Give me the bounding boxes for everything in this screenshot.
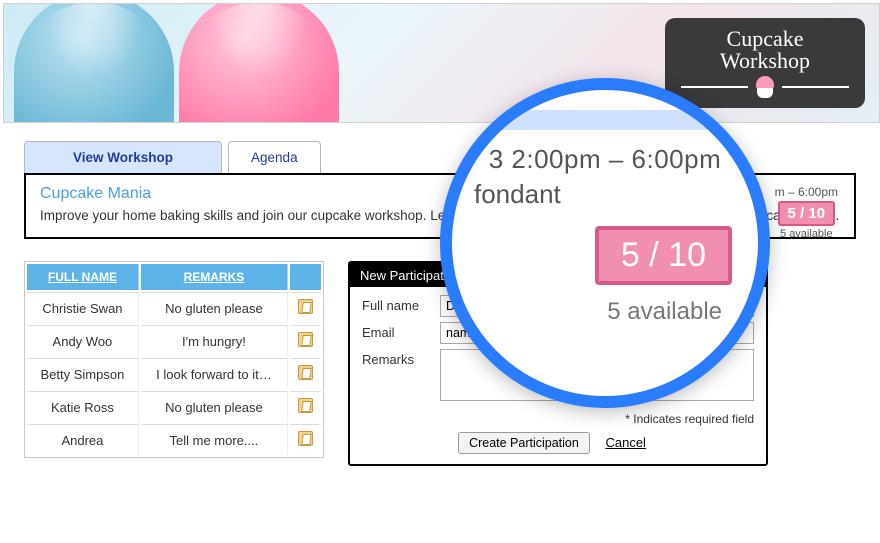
participants-table: FULL NAME REMARKS Christie Swan No glute…: [24, 261, 324, 458]
slot-box[interactable]: m – 6:00pm 5 / 10 5 available: [775, 185, 838, 240]
participant-remarks: I'm hungry!: [141, 325, 288, 356]
edit-icon[interactable]: [298, 299, 313, 314]
participant-remarks: Tell me more....: [141, 424, 288, 455]
participant-name: Katie Ross: [27, 391, 139, 422]
required-note: * Indicates required field: [350, 412, 754, 426]
table-row: Andy Woo I'm hungry!: [27, 325, 321, 356]
edit-icon[interactable]: [298, 398, 313, 413]
label-full-name: Full name: [362, 295, 440, 313]
magnifier-time: 3 2:00pm – 6:00pm: [452, 144, 758, 175]
magnifier-available: 5 available: [607, 298, 722, 326]
decorative-cupcake: [179, 3, 339, 123]
edit-icon[interactable]: [298, 431, 313, 446]
participant-name: Andrea: [27, 424, 139, 455]
capacity-badge: 5 / 10: [778, 201, 836, 226]
participant-name: Betty Simpson: [27, 358, 139, 389]
magnifier-capacity-badge: 5 / 10: [595, 226, 732, 285]
col-remarks[interactable]: REMARKS: [141, 264, 288, 290]
table-row: Christie Swan No gluten please: [27, 292, 321, 323]
slot-available: 5 available: [775, 228, 838, 240]
table-row: Andrea Tell me more....: [27, 424, 321, 455]
decorative-cupcake: [14, 3, 174, 123]
cancel-button[interactable]: Cancel: [605, 435, 645, 450]
slot-time: m – 6:00pm: [775, 185, 838, 199]
participant-remarks: No gluten please: [141, 391, 288, 422]
participant-remarks: No gluten please: [141, 292, 288, 323]
edit-icon[interactable]: [298, 332, 313, 347]
brand-name: Cupcake Workshop: [681, 28, 849, 72]
table-row: Katie Ross No gluten please: [27, 391, 321, 422]
magnifier-overlay: 3 2:00pm – 6:00pm fondant 5 / 10 5 avail…: [440, 78, 770, 408]
table-row: Betty Simpson I look forward to it…: [27, 358, 321, 389]
col-full-name[interactable]: FULL NAME: [27, 264, 139, 290]
participant-name: Andy Woo: [27, 325, 139, 356]
label-email: Email: [362, 322, 440, 340]
edit-icon[interactable]: [298, 365, 313, 380]
participant-remarks: I look forward to it…: [141, 358, 288, 389]
label-remarks: Remarks: [362, 349, 440, 367]
magnifier-word: fondant: [452, 179, 758, 210]
tab-agenda[interactable]: Agenda: [228, 141, 321, 173]
participant-name: Christie Swan: [27, 292, 139, 323]
tab-view-workshop[interactable]: View Workshop: [24, 141, 222, 173]
create-participation-button[interactable]: Create Participation: [458, 432, 590, 454]
